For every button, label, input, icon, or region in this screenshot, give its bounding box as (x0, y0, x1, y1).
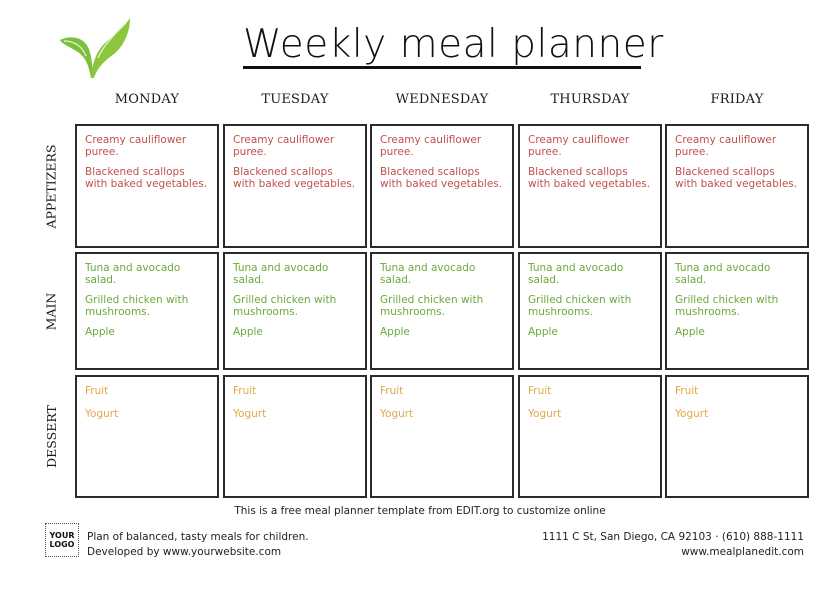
meal-item: Fruit (675, 385, 699, 397)
meal-cell-wednesday-main[interactable]: Tuna and avocado salad. Grilled chicken w… (370, 252, 514, 370)
meal-item: Yogurt (233, 407, 267, 420)
meal-item: Yogurt (85, 407, 119, 420)
meal-item: Tuna and avocado salad. (380, 262, 476, 286)
meal-item: Grilled chicken with mushrooms. (233, 294, 337, 318)
day-header-monday: MONDAY (114, 92, 180, 107)
meal-cell-thursday-main[interactable]: Tuna and avocado salad. Grilled chicken w… (518, 252, 662, 370)
meal-item: Yogurt (380, 407, 414, 420)
meal-cell-wednesday-dessert[interactable]: Fruit Yogurt (370, 375, 514, 498)
meal-item: Grilled chicken with mushrooms. (380, 294, 484, 318)
row-label-appetizers: APPETIZERS (36, 124, 66, 248)
row-label-main: MAIN (36, 252, 66, 370)
meal-cell-tuesday-main[interactable]: Tuna and avocado salad. Grilled chicken w… (223, 252, 367, 370)
day-header-tuesday: TUESDAY (261, 92, 329, 107)
meal-cell-friday-dessert[interactable]: Fruit Yogurt (665, 375, 809, 498)
logo-text-line2: LOGO (49, 540, 75, 549)
meal-cell-monday-dessert[interactable]: Fruit Yogurt (75, 375, 219, 498)
meal-item: Tuna and avocado salad. (233, 262, 329, 286)
day-header-friday: FRIDAY (710, 92, 764, 107)
meal-item: Creamy cauliflower puree. (380, 134, 482, 158)
row-label-text: MAIN (43, 292, 59, 330)
meal-cell-friday-main[interactable]: Tuna and avocado salad. Grilled chicken w… (665, 252, 809, 370)
meal-cell-wednesday-appetizers[interactable]: Creamy cauliflower puree. Blackened scall… (370, 124, 514, 248)
meal-item: Fruit (528, 385, 552, 397)
meal-item: Creamy cauliflower puree. (528, 134, 630, 158)
meal-item: Fruit (85, 385, 109, 397)
day-header-thursday: THURSDAY (550, 92, 630, 107)
meal-item: Apple (675, 326, 705, 338)
meal-item: Yogurt (675, 407, 709, 420)
meal-cell-thursday-appetizers[interactable]: Creamy cauliflower puree. Blackened scall… (518, 124, 662, 248)
meal-cell-friday-appetizers[interactable]: Creamy cauliflower puree. Blackened scall… (665, 124, 809, 248)
meal-item: Blackened scallops with baked vegetables… (85, 166, 208, 190)
meal-item: Tuna and avocado salad. (528, 262, 624, 286)
footer-right: 1111 C St, San Diego, CA 92103 · (610) 8… (542, 530, 804, 560)
footer-left: Plan of balanced, tasty meals for childr… (87, 530, 309, 560)
meal-item: Blackened scallops with baked vegetables… (380, 166, 503, 190)
website: www.mealplanedit.com (681, 546, 804, 558)
template-note: This is a free meal planner template fro… (234, 505, 606, 517)
meal-cell-monday-appetizers[interactable]: Creamy cauliflower puree. Blackened scall… (75, 124, 219, 248)
meal-item: Fruit (380, 385, 404, 397)
meal-item: Tuna and avocado salad. (675, 262, 771, 286)
sprout-icon (60, 18, 130, 78)
logo-text-line1: YOUR (49, 531, 75, 540)
meal-item: Apple (85, 326, 115, 338)
meal-cell-tuesday-appetizers[interactable]: Creamy cauliflower puree. Blackened scall… (223, 124, 367, 248)
title-underline (243, 66, 641, 69)
meal-cell-monday-main[interactable]: Tuna and avocado salad. Grilled chicken w… (75, 252, 219, 370)
row-label-dessert: DESSERT (36, 375, 66, 498)
meal-item: Blackened scallops with baked vegetables… (233, 166, 356, 190)
meal-item: Grilled chicken with mushrooms. (85, 294, 189, 318)
meal-item: Tuna and avocado salad. (85, 262, 181, 286)
meal-item: Creamy cauliflower puree. (233, 134, 335, 158)
meal-item: Apple (528, 326, 558, 338)
meal-item: Yogurt (528, 407, 562, 420)
meal-item: Fruit (233, 385, 257, 397)
page-title: Weekly meal planner (243, 22, 664, 67)
meal-cell-tuesday-dessert[interactable]: Fruit Yogurt (223, 375, 367, 498)
meal-item: Grilled chicken with mushrooms. (528, 294, 632, 318)
meal-item: Blackened scallops with baked vegetables… (675, 166, 798, 190)
developer-credit: Developed by www.yourwebsite.com (87, 546, 282, 558)
day-header-wednesday: WEDNESDAY (395, 92, 489, 107)
meal-item: Blackened scallops with baked vegetables… (528, 166, 651, 190)
row-label-text: APPETIZERS (43, 143, 59, 229)
tagline: Plan of balanced, tasty meals for childr… (87, 531, 309, 543)
meal-item: Apple (380, 326, 410, 338)
meal-cell-thursday-dessert[interactable]: Fruit Yogurt (518, 375, 662, 498)
row-label-text: DESSERT (43, 405, 59, 468)
address: 1111 C St, San Diego, CA 92103 · (610) 8… (542, 531, 804, 543)
meal-item: Creamy cauliflower puree. (675, 134, 777, 158)
meal-item: Creamy cauliflower puree. (85, 134, 187, 158)
meal-item: Apple (233, 326, 263, 338)
your-logo-placeholder: YOUR LOGO (45, 523, 79, 557)
meal-item: Grilled chicken with mushrooms. (675, 294, 779, 318)
